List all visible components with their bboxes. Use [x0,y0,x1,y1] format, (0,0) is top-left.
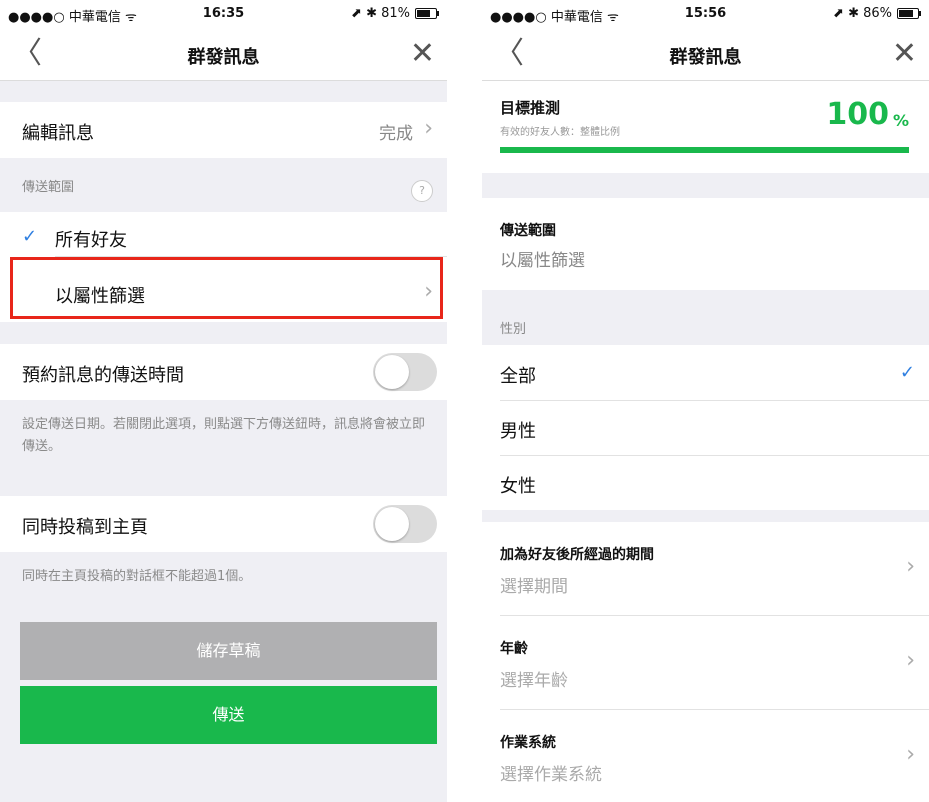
scope-label: 傳送範圍 [500,223,556,239]
page-title: 群發訊息 [669,47,742,68]
chevron-right-icon: › [906,554,915,579]
schedule-note: 設定傳送日期。若關閉此選項，則點選下方傳送鈕時，訊息將會被立即傳送。 [22,417,426,454]
edit-message-row[interactable]: 編輯訊息 完成 › [0,102,447,158]
toggle-knob [375,507,409,541]
gender-option-male[interactable]: 男性 [500,417,536,443]
chevron-right-icon: › [424,116,433,141]
status-indicators: ⬈ ✱ 81% [351,6,410,21]
target-title: 目標推測 [500,99,561,117]
os-row[interactable]: 作業系統 選擇作業系統 › [482,710,929,802]
toggle-knob [375,355,409,389]
post-to-home-label: 同時投稿到主頁 [22,517,148,538]
divider [500,455,929,456]
os-label: 作業系統 [500,735,556,751]
period-row[interactable]: 加為好友後所經過的期間 選擇期間 › [482,522,929,615]
status-bar: ●●●●○ 中華電信 ᯤ 16:35 ⬈ ✱ 81% [0,0,447,30]
option-filter-by-attribute[interactable]: 以屬性篩選 [55,282,145,308]
close-icon[interactable]: ✕ [892,36,917,72]
status-indicators: ⬈ ✱ 86% [833,6,892,21]
scope-options: ✓ 所有好友 以屬性篩選 › [0,212,447,322]
chevron-right-icon: › [424,279,433,304]
period-placeholder: 選擇期間 [500,577,568,597]
age-row[interactable]: 年齡 選擇年齡 › [482,616,929,709]
schedule-label: 預約訊息的傳送時間 [22,365,184,386]
chevron-right-icon: › [906,648,915,673]
schedule-row: 預約訊息的傳送時間 [0,344,447,400]
save-draft-button[interactable]: 儲存草稿 [20,622,437,680]
divider [500,400,929,401]
battery-icon [415,8,439,19]
os-placeholder: 選擇作業系統 [500,765,602,785]
post-to-home-toggle[interactable] [373,505,437,543]
progress-fill [500,147,909,153]
edit-message-label: 編輯訊息 [22,123,94,144]
status-right: ⬈ ✱ 86% [833,6,921,21]
target-percent: 100 [826,97,889,132]
progress-bar [500,147,909,153]
nav-bar: 〈 群發訊息 ✕ [482,30,929,81]
chevron-right-icon: › [906,742,915,767]
right-screen: ●●●●○ 中華電信 ᯤ 15:56 ⬈ ✱ 86% 〈 群發訊息 ✕ 目標推測… [482,0,929,802]
nav-bar: 〈 群發訊息 ✕ [0,30,447,81]
left-screen: ●●●●○ 中華電信 ᯤ 16:35 ⬈ ✱ 81% 〈 群發訊息 ✕ 編輯訊息… [0,0,447,802]
send-button[interactable]: 傳送 [20,686,437,744]
target-subtitle: 有效的好友人數：整體比例 [500,127,620,138]
scope-row: 傳送範圍 以屬性篩選 [482,198,929,290]
status-bar: ●●●●○ 中華電信 ᯤ 15:56 ⬈ ✱ 86% [482,0,929,30]
option-all-friends[interactable]: 所有好友 [55,226,127,252]
page-title: 群發訊息 [187,47,260,68]
scope-header: 傳送範圍 [22,180,75,195]
age-placeholder: 選擇年齡 [500,671,568,691]
gender-option-all[interactable]: 全部 [500,362,536,388]
target-estimate-panel: 目標推測 有效的好友人數：整體比例 100 % [482,81,929,173]
scope-value: 以屬性篩選 [500,251,585,271]
checkmark-icon: ✓ [22,226,38,247]
gender-options: 全部 ✓ 男性 女性 [482,345,929,510]
attribute-list: 加為好友後所經過的期間 選擇期間 › 年齡 選擇年齡 › 作業系統 選擇作業系統… [482,522,929,802]
post-to-home-note: 同時在主頁投稿的對話框不能超過1個。 [22,569,252,584]
close-icon[interactable]: ✕ [410,36,435,72]
status-right: ⬈ ✱ 81% [351,6,439,21]
edit-status: 完成 [379,124,413,144]
post-to-home-row: 同時投稿到主頁 [0,496,447,552]
age-label: 年齡 [500,641,528,657]
target-percent-sign: % [892,111,909,130]
period-label: 加為好友後所經過的期間 [500,547,654,563]
gender-option-female[interactable]: 女性 [500,472,536,498]
gender-header: 性別 [500,322,527,337]
help-icon[interactable]: ? [411,180,433,202]
checkmark-icon: ✓ [899,362,915,383]
battery-icon [897,8,921,19]
schedule-toggle[interactable] [373,353,437,391]
